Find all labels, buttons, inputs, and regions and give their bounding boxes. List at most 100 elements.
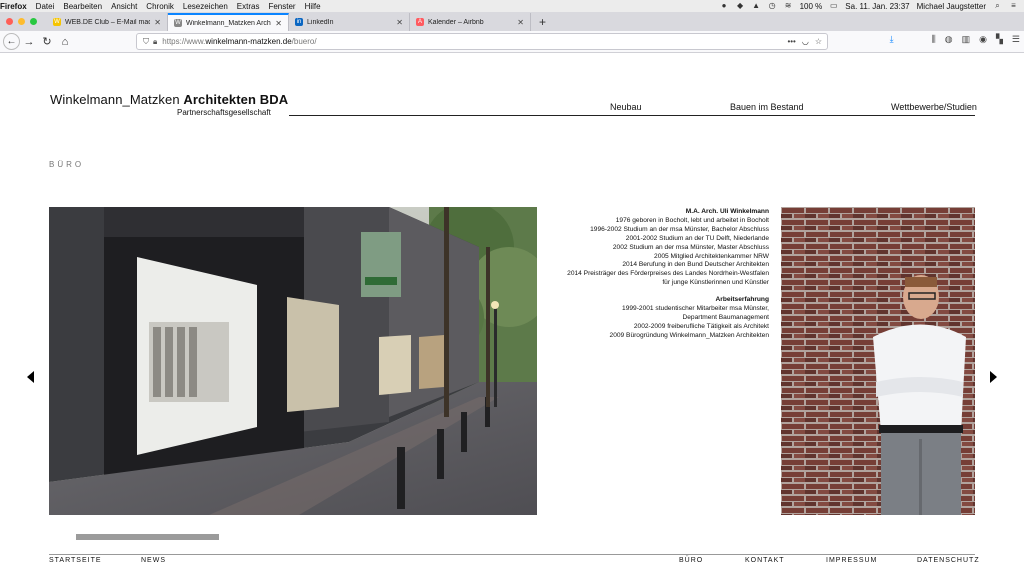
battery-percent[interactable]: 100 % [800, 2, 823, 11]
extensions-icon[interactable]: ▚ [996, 34, 1003, 45]
webde-favicon-icon: W [53, 18, 61, 26]
logo-subtitle: Partnerschaftsgesellschaft [177, 108, 271, 117]
footer-link-news[interactable]: NEWS [141, 557, 166, 564]
url-path: /buero/ [291, 37, 317, 46]
header-divider [289, 115, 975, 116]
next-slide-arrow-icon[interactable] [990, 371, 997, 383]
office-street-photo [49, 207, 537, 515]
close-tab-icon[interactable]: ✕ [154, 18, 161, 27]
minimize-window-button[interactable] [18, 18, 25, 25]
bio-heading: M.A. Arch. Uli Winkelmann [685, 208, 769, 215]
url-domain: winkelmann-matzken.de [205, 37, 292, 46]
download-icon[interactable]: ⤓ [890, 34, 894, 45]
experience-line: Department Baumanagement [682, 313, 769, 321]
bio-line: 1996-2002 Studium an der msa Münster, Ba… [590, 225, 769, 233]
menu-user[interactable]: Michael Jaugstetter [917, 2, 986, 11]
home-icon[interactable]: ⌂ [56, 33, 74, 51]
forward-arrow-icon[interactable]: → [20, 33, 38, 51]
browser-nav-bar: ← → ↻ ⌂ ⛉ 🔒︎ https://www. winkelmann-matz… [0, 31, 1024, 53]
new-tab-button[interactable]: + [531, 15, 554, 31]
linkedin-favicon-icon: in [295, 18, 303, 26]
bio-line: 2001-2002 Studium an der TU Delft, Niede… [625, 234, 769, 242]
menu-datei[interactable]: Datei [36, 2, 55, 11]
browser-tab-bar: W WEB.DE Club – E-Mail made in Germ ✕ W … [0, 12, 1024, 31]
url-prefix: https://www. [162, 37, 206, 46]
nav-bauen-im-bestand[interactable]: Bauen im Bestand [730, 102, 804, 112]
experience-line: 1999-2001 studentischer Mitarbeiter msa … [622, 305, 769, 313]
logo-name: Winkelmann_Matzken [50, 92, 180, 107]
bio-line: für junge Künstlerinnen und Künstler [662, 279, 769, 287]
gallery-scrollbar[interactable] [76, 534, 219, 540]
web-page: Winkelmann_Matzken Architekten BDA Partn… [0, 54, 1024, 581]
experience-line: 2009 Bürogründung Winkelmann_Matzken Arc… [609, 331, 769, 339]
menu-bearbeiten[interactable]: Bearbeiten [63, 2, 102, 11]
wifi-icon[interactable]: ≋ [784, 2, 793, 10]
tab-winkelmann[interactable]: W Winkelmann_Matzken Architekten ✕ [168, 13, 289, 31]
menu-ansicht[interactable]: Ansicht [111, 2, 137, 11]
menu-fenster[interactable]: Fenster [268, 2, 295, 11]
window-controls [0, 18, 47, 31]
footer-link-startseite[interactable]: STARTSEITE [49, 557, 102, 564]
site-favicon-icon: W [174, 19, 182, 27]
tab-title: Winkelmann_Matzken Architekten [186, 19, 272, 27]
reload-icon[interactable]: ↻ [38, 33, 56, 51]
menu-lesezeichen[interactable]: Lesezeichen [183, 2, 228, 11]
airbnb-favicon-icon: A [416, 18, 424, 26]
bookmark-star-icon[interactable]: ☆ [815, 37, 822, 46]
nav-neubau[interactable]: Neubau [610, 102, 642, 112]
tab-linkedin[interactable]: in LinkedIn ✕ [289, 13, 410, 31]
creative-cloud-icon[interactable]: ● [720, 2, 729, 10]
portrait-photo [781, 207, 975, 515]
close-tab-icon[interactable]: ✕ [517, 18, 524, 27]
tab-airbnb[interactable]: A Kalender – Airbnb ✕ [410, 13, 531, 31]
bio-line: 2014 Preisträger des Förderpreises des L… [567, 270, 769, 278]
shield-icon[interactable]: ⛉ [143, 37, 149, 47]
account-icon[interactable]: ◉ [979, 34, 987, 45]
footer-link-datenschutz[interactable]: DATENSCHUTZ [917, 557, 980, 564]
library-icon[interactable]: ⫼ [932, 34, 936, 45]
tab-webde[interactable]: W WEB.DE Club – E-Mail made in Germ ✕ [47, 13, 168, 31]
footer-link-buero[interactable]: BÜRO [679, 557, 703, 564]
site-logo[interactable]: Winkelmann_Matzken Architekten BDA [50, 92, 288, 107]
menu-hilfe[interactable]: Hilfe [305, 2, 321, 11]
bio-text: M.A. Arch. Uli Winkelmann 1976 geboren i… [540, 208, 769, 341]
menu-extras[interactable]: Extras [237, 2, 260, 11]
close-window-button[interactable] [6, 18, 13, 25]
close-tab-icon[interactable]: ✕ [275, 19, 282, 28]
pocket-icon[interactable]: ◡ [802, 37, 809, 46]
url-bar[interactable]: ⛉ 🔒︎ https://www. winkelmann-matzken.de/b… [136, 33, 828, 50]
previous-slide-arrow-icon[interactable] [27, 371, 34, 383]
page-actions-icon[interactable]: ••• [787, 37, 795, 46]
bio-line: 1976 geboren in Bocholt, lebt und arbeit… [615, 216, 769, 224]
experience-heading: Arbeitserfahrung [715, 296, 770, 304]
footer-divider [49, 554, 975, 555]
menu-datetime[interactable]: Sa. 11. Jan. 23:37 [845, 2, 909, 11]
nav-wettbewerbe[interactable]: Wettbewerbe/Studien [891, 102, 977, 112]
spotlight-search-icon[interactable]: ⌕ [993, 2, 1002, 10]
section-title: BÜRO [49, 160, 85, 169]
notification-center-icon[interactable]: ≡ [1009, 2, 1018, 10]
menu-app-name[interactable]: Firefox [0, 2, 27, 11]
experience-line: 2002-2009 freiberufliche Tätigkeit als A… [633, 322, 769, 330]
sidebar-icon[interactable]: ▥ [962, 34, 971, 45]
tab-title: WEB.DE Club – E-Mail made in Germ [65, 18, 151, 26]
drive-icon[interactable]: ▲ [752, 2, 761, 10]
footer-link-kontakt[interactable]: KONTAKT [745, 557, 785, 564]
back-arrow-icon[interactable]: ← [3, 33, 20, 50]
lock-icon[interactable]: 🔒︎ [153, 37, 157, 47]
logo-bold: Architekten BDA [183, 92, 289, 107]
bio-line: 2005 Mitglied Architektenkammer NRW [654, 252, 769, 260]
bio-line: 2002 Studium an der msa Münster, Master … [612, 243, 769, 251]
time-machine-icon[interactable]: ◷ [768, 2, 777, 10]
battery-icon[interactable]: ▭ [829, 2, 838, 10]
dropbox-icon[interactable]: ◆ [736, 2, 745, 10]
close-tab-icon[interactable]: ✕ [396, 18, 403, 27]
menu-hamburger-icon[interactable]: ☰ [1012, 34, 1020, 45]
tab-title: LinkedIn [307, 18, 334, 26]
tab-title: Kalender – Airbnb [428, 18, 484, 26]
zoom-window-button[interactable] [30, 18, 37, 25]
extension-icon[interactable]: ◍ [945, 34, 953, 45]
menu-chronik[interactable]: Chronik [146, 2, 174, 11]
bio-line: 2014 Berufung in den Bund Deutscher Arch… [622, 261, 769, 269]
footer-link-impressum[interactable]: IMPRESSUM [826, 557, 877, 564]
